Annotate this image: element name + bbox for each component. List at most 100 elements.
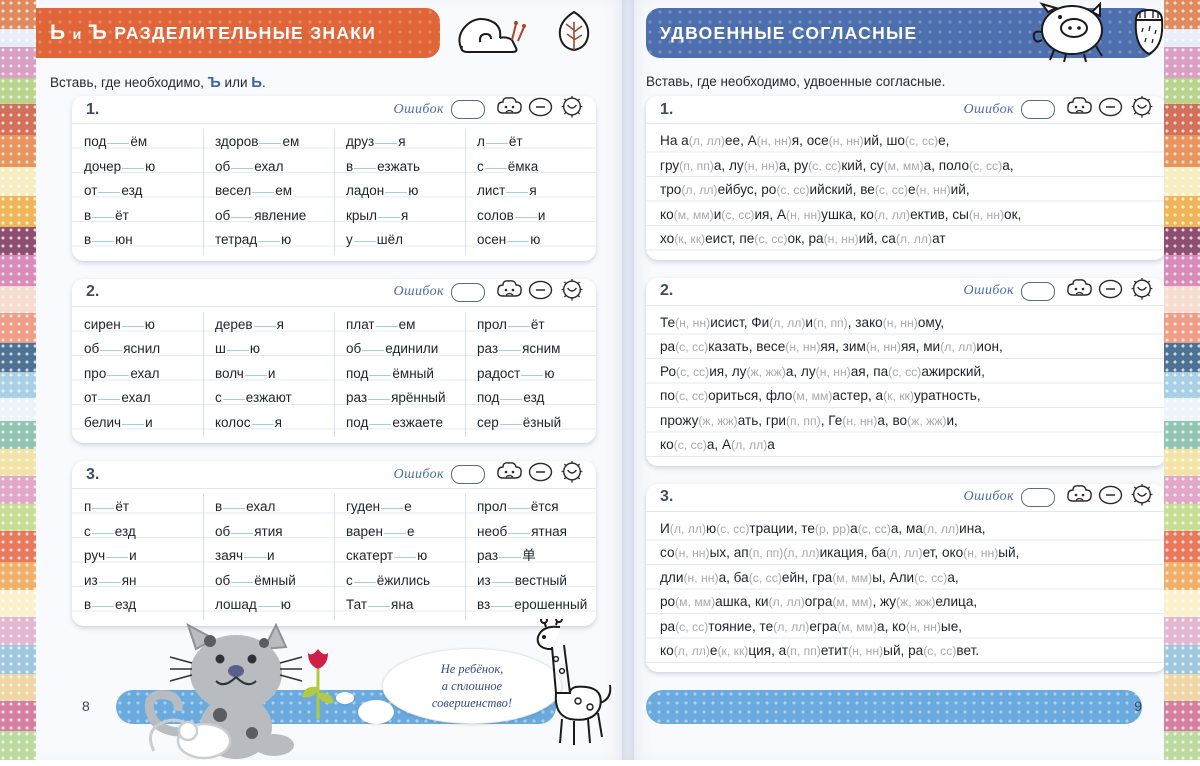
word-item[interactable]: из вестный (465, 569, 596, 594)
happy-sun-icon[interactable] (558, 461, 586, 490)
word-item[interactable]: лошад ю (203, 593, 334, 618)
word-line[interactable]: ко(с, сс)а, А(л, лл)а (660, 433, 1156, 458)
blank-line[interactable] (98, 399, 121, 400)
word-line[interactable]: На а(л, лл)ее, А(н, нн)я, осе(н, нн)ий, … (660, 129, 1156, 154)
letter-choice[interactable]: (ж, жж) (896, 595, 935, 609)
sad-cloud-icon[interactable] (1066, 278, 1093, 305)
word-item[interactable]: под езжаете (334, 411, 465, 436)
letter-choice[interactable]: (с, сс) (875, 183, 908, 197)
letter-choice[interactable]: (л, лл) (783, 546, 819, 560)
word-item[interactable]: раз ярённый (334, 386, 465, 411)
letter-choice[interactable]: (п, пп) (749, 546, 784, 560)
word-item[interactable]: осен ю (465, 228, 596, 253)
sad-cloud-icon[interactable] (1066, 96, 1093, 123)
happy-sun-icon[interactable] (1128, 483, 1156, 513)
blank-line[interactable] (251, 423, 274, 425)
word-item[interactable]: с езжают (203, 386, 334, 411)
word-item[interactable]: в ехал (203, 495, 334, 520)
blank-line[interactable] (100, 350, 123, 351)
word-item[interactable]: у шёл (334, 228, 465, 253)
blank-line[interactable] (253, 325, 276, 327)
letter-choice[interactable]: (п, пп) (679, 159, 714, 173)
letter-choice[interactable]: (л, лл) (769, 595, 805, 609)
neutral-face-icon[interactable] (528, 461, 553, 488)
word-item[interactable]: сер ёзный (465, 411, 596, 436)
word-item[interactable]: дерев я (203, 313, 334, 338)
word-item[interactable]: об явление (203, 204, 334, 229)
blank-line[interactable] (92, 241, 115, 242)
sad-cloud-icon[interactable] (496, 279, 523, 306)
word-item[interactable]: об ятия (203, 520, 334, 545)
errors-input-box[interactable] (1021, 100, 1055, 119)
letter-choice[interactable]: (с, сс) (776, 183, 809, 197)
letter-choice[interactable]: (н, нн) (816, 365, 851, 379)
word-line[interactable]: Те(н, нн)исист, Фи(л, лл)и(п, пп), зако(… (660, 311, 1156, 336)
sad-cloud-icon[interactable] (496, 461, 523, 488)
blank-line[interactable] (507, 241, 530, 242)
letter-choice[interactable]: (м, мм) (832, 571, 872, 585)
neutral-face-icon[interactable] (528, 96, 553, 123)
word-line[interactable]: дли(н, нн)а, ба(с, сс)ейн, гра(м, мм)ы, … (660, 566, 1156, 591)
word-item[interactable]: друз я (334, 130, 465, 155)
word-item[interactable]: раз ясним (465, 337, 596, 362)
word-item[interactable]: плат ем (334, 313, 465, 338)
word-item[interactable]: про ехал (72, 362, 203, 387)
word-item[interactable]: лист я (465, 179, 596, 204)
letter-choice[interactable]: (с, сс) (905, 134, 938, 148)
word-line[interactable]: ра(с, сс)тояние, те(л, лл)егра(м, мм)а, … (660, 615, 1156, 640)
blank-line[interactable] (378, 216, 400, 218)
word-item[interactable]: сирен ю (72, 313, 203, 338)
letter-choice[interactable]: (к, кк) (717, 644, 748, 658)
letter-choice[interactable]: (н, нн) (969, 208, 1004, 222)
blank-line[interactable] (98, 581, 121, 583)
word-line[interactable]: со(н, нн)ых, ап(п, пп)(л, лл)икация, ба(… (660, 541, 1156, 566)
word-item[interactable]: необ ятная (465, 520, 596, 545)
word-item[interactable]: тетрад ю (203, 228, 334, 253)
letter-choice[interactable]: (к, кк) (674, 232, 705, 246)
blank-line[interactable] (107, 143, 130, 144)
mood-rating-icons[interactable] (496, 96, 586, 125)
word-item[interactable]: гуден е (334, 495, 465, 520)
letter-choice[interactable]: (с, сс) (676, 365, 709, 379)
word-item[interactable]: заяч и (203, 544, 334, 569)
blank-line[interactable] (368, 606, 391, 607)
letter-choice[interactable]: (л, лл) (670, 522, 706, 536)
word-item[interactable]: руч и (72, 544, 203, 569)
blank-line[interactable] (92, 508, 115, 509)
letter-choice[interactable]: (п, пп) (786, 414, 821, 428)
letter-choice[interactable]: (н, нн) (786, 208, 821, 222)
blank-line[interactable] (92, 606, 115, 607)
letter-choice[interactable]: (с, сс) (969, 159, 1002, 173)
blank-line[interactable] (222, 399, 245, 400)
word-item[interactable]: с ёжились (334, 569, 465, 594)
letter-choice[interactable]: (л, лл) (769, 316, 805, 330)
mood-rating-icons[interactable] (1066, 483, 1156, 513)
letter-choice[interactable]: (п, пп) (786, 644, 821, 658)
letter-choice[interactable]: (м, мм) (837, 620, 877, 634)
errors-input-box[interactable] (451, 465, 485, 484)
word-item[interactable]: с езд (72, 520, 203, 545)
letter-choice[interactable]: (н, нн) (848, 644, 883, 658)
errors-input-box[interactable] (1021, 281, 1055, 301)
letter-choice[interactable]: (с, сс) (914, 571, 947, 585)
happy-sun-icon[interactable] (1128, 277, 1156, 307)
letter-choice[interactable]: (л, лл) (886, 546, 922, 560)
word-item[interactable]: в езд (72, 593, 203, 618)
blank-line[interactable] (258, 241, 281, 242)
word-item[interactable]: дочер ю (72, 155, 203, 180)
blank-line[interactable] (106, 557, 129, 558)
blank-line[interactable] (521, 374, 544, 376)
word-item[interactable]: с ёмка (465, 155, 596, 180)
letter-choice[interactable]: (м, мм) (884, 159, 924, 173)
word-item[interactable]: об ёмный (203, 569, 334, 594)
letter-choice[interactable]: (н, нн) (883, 316, 918, 330)
letter-choice[interactable]: (с, сс) (675, 340, 708, 354)
word-item[interactable]: в езжать (334, 155, 465, 180)
letter-choice[interactable]: (л, лл) (923, 522, 959, 536)
letter-choice[interactable]: (н, нн) (829, 134, 864, 148)
blank-line[interactable] (369, 374, 392, 376)
blank-line[interactable] (353, 581, 376, 583)
letter-choice[interactable]: (л, лл) (689, 134, 725, 148)
blank-line[interactable] (381, 508, 404, 509)
sad-cloud-icon[interactable] (1066, 484, 1093, 511)
